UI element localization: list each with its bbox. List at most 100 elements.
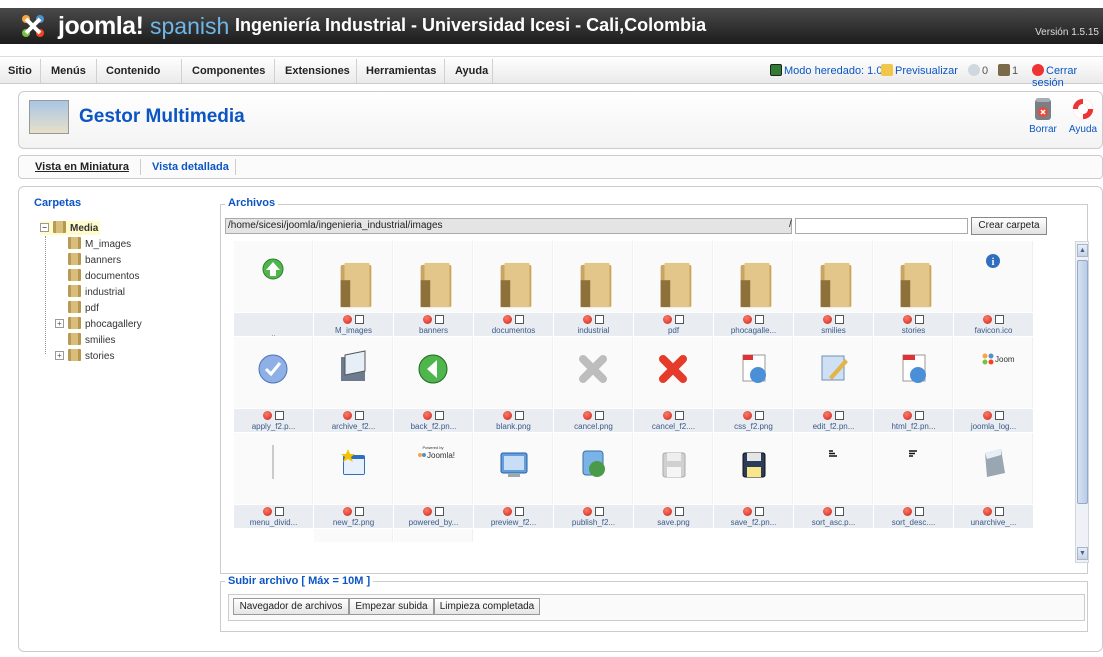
file-item[interactable]: new_f2.png — [314, 433, 393, 528]
file-item[interactable]: Joomla! joomla_log... — [954, 337, 1033, 432]
folder-item[interactable]: pdf — [634, 241, 713, 336]
thumbnail[interactable] — [554, 241, 633, 312]
delete-icon[interactable] — [423, 507, 432, 516]
folder-item[interactable]: banners — [394, 241, 473, 336]
folder-item[interactable]: documentos — [474, 241, 553, 336]
delete-icon[interactable] — [903, 411, 912, 420]
new-folder-input[interactable] — [795, 218, 968, 234]
thumbnail[interactable] — [954, 433, 1033, 504]
thumbnail[interactable] — [474, 241, 553, 312]
file-item[interactable]: cancel.png — [554, 337, 633, 432]
file-item[interactable]: back_f2.pn... — [394, 337, 473, 432]
select-checkbox[interactable] — [675, 411, 684, 420]
file-item[interactable] — [314, 529, 393, 542]
select-checkbox[interactable] — [515, 507, 524, 516]
select-checkbox[interactable] — [515, 315, 524, 324]
scroll-up-icon[interactable]: ▲ — [1077, 244, 1088, 257]
delete-icon[interactable] — [583, 315, 592, 324]
select-checkbox[interactable] — [915, 411, 924, 420]
thumbnail[interactable] — [234, 433, 313, 504]
file-item[interactable]: sort_desc.... — [874, 433, 953, 528]
thumbnail[interactable] — [394, 529, 473, 542]
menu-contenido[interactable]: Contenido — [106, 65, 160, 77]
select-checkbox[interactable] — [595, 411, 604, 420]
help-button[interactable]: Ayuda — [1063, 96, 1103, 135]
select-checkbox[interactable] — [275, 507, 284, 516]
folder-item[interactable]: smilies — [794, 241, 873, 336]
thumbnail[interactable] — [474, 433, 553, 504]
delete-icon[interactable] — [903, 507, 912, 516]
thumbnail[interactable] — [314, 433, 393, 504]
select-checkbox[interactable] — [435, 507, 444, 516]
select-checkbox[interactable] — [755, 507, 764, 516]
file-item[interactable]: preview_f2... — [474, 433, 553, 528]
tree-root-media[interactable]: − Media — [40, 221, 101, 235]
thumbnail[interactable] — [634, 337, 713, 408]
tab-detailed-view[interactable]: Vista detallada — [152, 161, 229, 173]
thumbnail[interactable] — [394, 337, 473, 408]
thumbnail[interactable] — [794, 241, 873, 312]
users-online[interactable]: 1 — [998, 64, 1018, 77]
delete-icon[interactable] — [423, 315, 432, 324]
select-checkbox[interactable] — [275, 411, 284, 420]
select-checkbox[interactable] — [995, 507, 1004, 516]
folder-item[interactable]: phocagalle... — [714, 241, 793, 336]
thumbnail[interactable] — [314, 337, 393, 408]
create-folder-button[interactable]: Crear carpeta — [971, 217, 1047, 235]
select-checkbox[interactable] — [995, 315, 1004, 324]
expand-icon[interactable]: + — [55, 351, 64, 360]
menu-ayuda[interactable]: Ayuda — [455, 65, 488, 77]
file-item[interactable]: save.png — [634, 433, 713, 528]
delete-icon[interactable] — [743, 315, 752, 324]
collapse-icon[interactable]: − — [40, 223, 49, 232]
folder-item[interactable]: stories — [874, 241, 953, 336]
file-item[interactable]: apply_f2.p... — [234, 337, 313, 432]
messages-count[interactable]: 0 — [968, 64, 988, 77]
menu-menus[interactable]: Menús — [51, 65, 86, 77]
delete-icon[interactable] — [743, 411, 752, 420]
preview-link[interactable]: Previsualizar — [881, 64, 958, 77]
select-checkbox[interactable] — [835, 411, 844, 420]
select-checkbox[interactable] — [435, 411, 444, 420]
thumbnail[interactable] — [714, 337, 793, 408]
folder-item[interactable]: M_images — [314, 241, 393, 336]
file-item[interactable]: i favicon.ico — [954, 241, 1033, 336]
tree-item-banners[interactable]: banners — [68, 253, 121, 267]
start-upload-button[interactable]: Empezar subida — [349, 598, 434, 615]
delete-icon[interactable] — [983, 411, 992, 420]
delete-icon[interactable] — [823, 315, 832, 324]
tree-item-smilies[interactable]: smilies — [68, 333, 116, 347]
delete-button[interactable]: Borrar — [1023, 96, 1063, 135]
delete-icon[interactable] — [983, 315, 992, 324]
joomla-logo-icon[interactable] — [18, 12, 48, 40]
select-checkbox[interactable] — [995, 411, 1004, 420]
file-item[interactable]: edit_f2.pn... — [794, 337, 873, 432]
delete-icon[interactable] — [823, 411, 832, 420]
file-item[interactable]: css_f2.png — [714, 337, 793, 432]
delete-icon[interactable] — [983, 507, 992, 516]
thumbnail[interactable] — [874, 337, 953, 408]
menu-componentes[interactable]: Componentes — [192, 65, 265, 77]
file-item[interactable]: sort_asc.p... — [794, 433, 873, 528]
file-item[interactable]: Powered by Joomla! powered_by... — [394, 433, 473, 528]
file-item[interactable] — [394, 529, 473, 542]
select-checkbox[interactable] — [915, 315, 924, 324]
delete-icon[interactable] — [663, 507, 672, 516]
delete-icon[interactable] — [663, 315, 672, 324]
delete-icon[interactable] — [263, 507, 272, 516]
delete-icon[interactable] — [423, 411, 432, 420]
delete-icon[interactable] — [343, 315, 352, 324]
thumbnail[interactable] — [874, 433, 953, 504]
thumbnail[interactable] — [394, 241, 473, 312]
delete-icon[interactable] — [263, 411, 272, 420]
tree-item-pdf[interactable]: pdf — [68, 301, 99, 315]
select-checkbox[interactable] — [515, 411, 524, 420]
file-item[interactable]: menu_divid... — [234, 433, 313, 528]
delete-icon[interactable] — [343, 411, 352, 420]
select-checkbox[interactable] — [755, 411, 764, 420]
thumbnail[interactable] — [234, 337, 313, 408]
delete-icon[interactable] — [583, 411, 592, 420]
thumbnail[interactable] — [634, 241, 713, 312]
delete-icon[interactable] — [663, 411, 672, 420]
file-grid-scrollbar[interactable]: ▲ ▼ — [1075, 241, 1089, 563]
